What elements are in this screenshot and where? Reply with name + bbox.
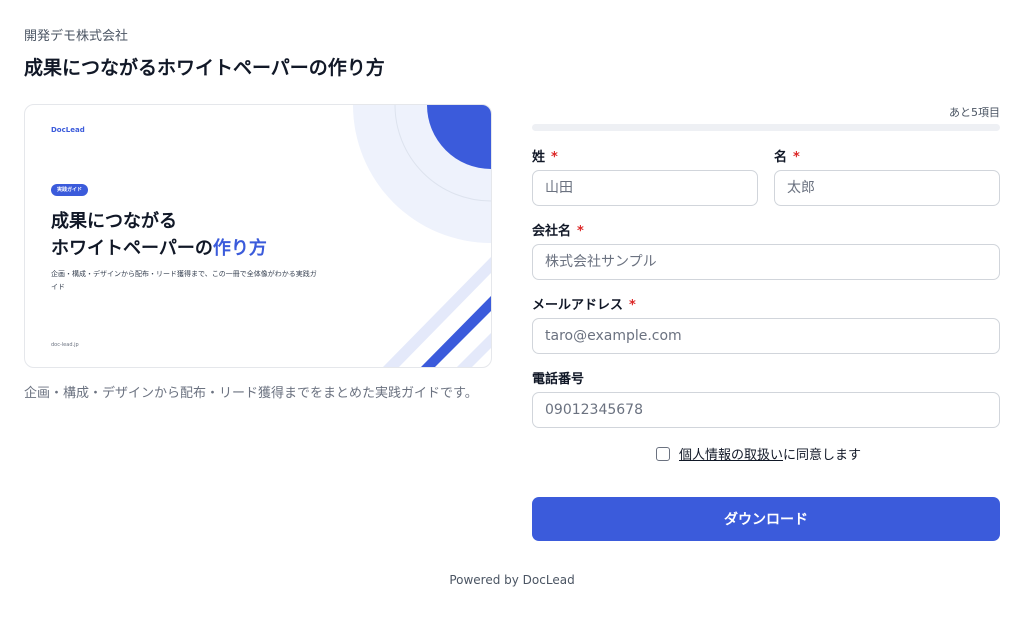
cover-title-plain: ホワイトペーパーの (51, 238, 213, 259)
first-name-label: 名 * (774, 146, 800, 165)
email-label: メールアドレス * (532, 294, 636, 313)
remaining-count: あと5項目 (949, 106, 1000, 119)
download-button[interactable]: ダウンロード (532, 497, 1000, 541)
email-input[interactable] (532, 318, 1000, 354)
company-name: 開発デモ株式会社 (24, 29, 129, 44)
required-mark: * (577, 224, 584, 239)
cover-title-line1: 成果につながる (51, 211, 177, 232)
cover-domain: doc-lead.jp (51, 342, 79, 348)
company-label-text: 会社名 (532, 224, 572, 239)
page-title: 成果につながるホワイトペーパーの作り方 (24, 57, 385, 79)
required-mark: * (551, 150, 558, 165)
company-input[interactable] (532, 244, 1000, 280)
required-mark: * (629, 298, 636, 313)
progress-bar (532, 124, 1000, 131)
whitepaper-cover: DocLead 実践ガイド 成果につながる ホワイトペーパーの作り方 企画・構成… (24, 104, 492, 368)
last-name-label-text: 姓 (532, 150, 546, 165)
privacy-consent: 個人情報の取扱い に同意します (656, 444, 861, 463)
phone-label: 電話番号 (532, 368, 584, 387)
cover-title: 成果につながる ホワイトペーパーの作り方 (51, 208, 267, 262)
cover-title-line2: ホワイトペーパーの作り方 (51, 235, 267, 262)
privacy-policy-link[interactable]: 個人情報の取扱い (679, 444, 783, 463)
last-name-input[interactable] (532, 170, 758, 206)
company-label: 会社名 * (532, 220, 584, 239)
powered-by-footer: Powered by DocLead (449, 573, 575, 587)
last-name-label: 姓 * (532, 146, 558, 165)
phone-input[interactable] (532, 392, 1000, 428)
first-name-label-text: 名 (774, 150, 788, 165)
cover-title-accent: 作り方 (212, 238, 267, 259)
cover-badge: 実践ガイド (51, 184, 89, 196)
cover-description: 企画・構成・デザインから配布・リード獲得まで、この一冊で全体像がわかる実践ガイド (51, 270, 317, 291)
required-mark: * (793, 150, 800, 165)
phone-label-text: 電話番号 (532, 372, 585, 387)
email-label-text: メールアドレス (532, 298, 624, 313)
privacy-consent-checkbox[interactable] (656, 446, 670, 461)
whitepaper-description: 企画・構成・デザインから配布・リード獲得までをまとめた実践ガイドです。 (24, 386, 478, 401)
first-name-input[interactable] (774, 170, 1000, 206)
cover-brand: DocLead (51, 126, 85, 134)
privacy-consent-text: に同意します (783, 448, 862, 463)
